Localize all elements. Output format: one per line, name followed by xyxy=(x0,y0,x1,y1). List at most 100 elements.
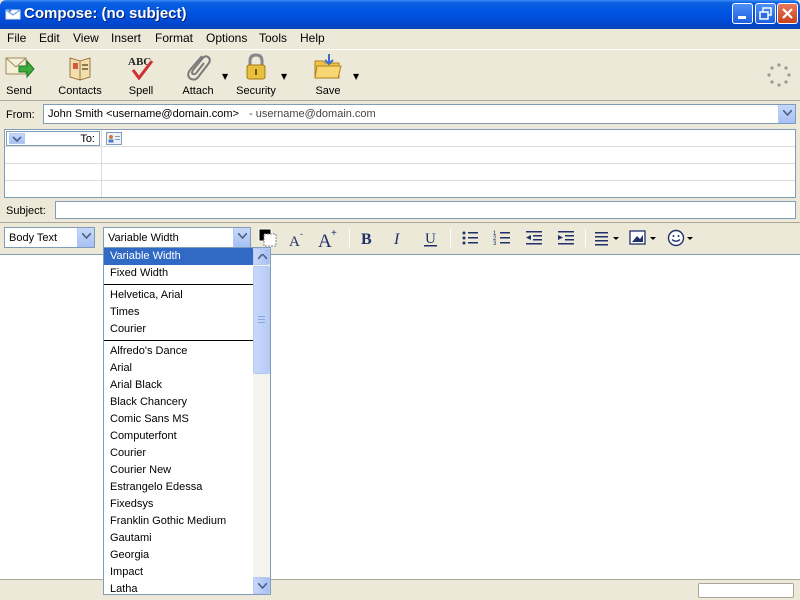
alignment-button[interactable] xyxy=(592,227,622,249)
font-option[interactable]: Comic Sans MS xyxy=(104,411,254,428)
font-option[interactable]: Courier xyxy=(104,445,254,462)
font-option[interactable]: Courier xyxy=(104,321,254,338)
font-option[interactable]: Helvetica, Arial xyxy=(104,287,254,304)
minimize-button[interactable] xyxy=(732,3,753,24)
activity-throbber-icon xyxy=(767,63,791,87)
recipient-row[interactable]: To: xyxy=(5,130,795,147)
font-option[interactable]: Gautami xyxy=(104,530,254,547)
svg-text:A: A xyxy=(318,231,332,249)
font-option[interactable]: Georgia xyxy=(104,547,254,564)
font-option[interactable]: Alfredo's Dance xyxy=(104,343,254,360)
svg-text:-: - xyxy=(300,229,303,239)
restore-button[interactable] xyxy=(755,3,776,24)
menu-view[interactable]: View xyxy=(73,31,99,45)
paperclip-icon xyxy=(187,55,211,81)
chevron-up-icon xyxy=(258,254,267,260)
font-dropdown-list: Variable Width Fixed Width Helvetica, Aria… xyxy=(103,247,271,595)
recipient-row-empty[interactable] xyxy=(5,181,795,198)
recipient-type-dropdown[interactable] xyxy=(9,133,25,144)
menu-bar: File Edit View Insert Format Options Too… xyxy=(0,29,800,49)
font-list-separator xyxy=(104,338,254,343)
scroll-thumb[interactable] xyxy=(253,266,270,374)
menu-edit[interactable]: Edit xyxy=(39,31,60,45)
numbered-list-button[interactable]: 1 2 3 xyxy=(491,227,513,249)
menu-insert[interactable]: Insert xyxy=(111,31,141,45)
font-dropdown[interactable] xyxy=(233,228,250,247)
close-button[interactable] xyxy=(777,3,798,24)
svg-text:+: + xyxy=(331,228,337,239)
bullet-list-icon xyxy=(462,231,478,245)
chevron-down-icon xyxy=(82,233,91,239)
save-dropdown-icon[interactable]: ▼ xyxy=(353,72,359,81)
font-list-scrollbar[interactable] xyxy=(253,248,270,594)
bold-button[interactable]: B xyxy=(356,227,378,249)
recipient-type-select[interactable]: To: xyxy=(6,131,100,146)
minimize-icon xyxy=(738,16,746,19)
font-option[interactable]: Computerfont xyxy=(104,428,254,445)
contacts-button[interactable]: Contacts xyxy=(56,52,104,98)
indent-button[interactable] xyxy=(555,227,577,249)
font-option[interactable]: Impact xyxy=(104,564,254,581)
menu-tools[interactable]: Tools xyxy=(259,31,287,45)
font-option[interactable]: Franklin Gothic Medium xyxy=(104,513,254,530)
from-identity-select[interactable]: John Smith <username@domain.com> - usern… xyxy=(43,104,796,124)
from-dropdown-button[interactable] xyxy=(778,105,795,123)
indent-icon xyxy=(558,231,574,245)
thunderbird-app-icon xyxy=(5,8,21,20)
scroll-up-button[interactable] xyxy=(253,248,270,265)
bold-icon: B xyxy=(361,231,372,248)
window-title: Compose: (no subject) xyxy=(24,5,187,22)
insert-image-icon xyxy=(629,230,656,245)
subject-input[interactable] xyxy=(55,201,796,219)
text-color-icon xyxy=(258,228,277,247)
recipient-row-empty[interactable] xyxy=(5,147,795,164)
font-option[interactable]: Arial xyxy=(104,360,254,377)
svg-text:B: B xyxy=(361,231,372,248)
svg-text:U: U xyxy=(425,231,436,247)
font-option[interactable]: Fixed Width xyxy=(104,265,254,282)
save-button[interactable]: Save xyxy=(310,52,346,98)
font-option[interactable]: Courier New xyxy=(104,462,254,479)
font-option[interactable]: Arial Black xyxy=(104,377,254,394)
paragraph-style-dropdown[interactable] xyxy=(77,228,94,247)
recipient-row-empty[interactable] xyxy=(5,164,795,181)
scroll-down-button[interactable] xyxy=(253,577,270,594)
outdent-button[interactable] xyxy=(523,227,545,249)
status-progress-meter xyxy=(698,583,794,598)
text-color-button[interactable] xyxy=(257,227,279,249)
font-option[interactable]: Black Chancery xyxy=(104,394,254,411)
attach-button[interactable]: Attach xyxy=(180,52,216,98)
font-larger-icon: A + xyxy=(318,228,337,249)
font-option[interactable]: Times xyxy=(104,304,254,321)
recipient-list: To: xyxy=(4,129,796,198)
menu-options[interactable]: Options xyxy=(206,31,247,45)
send-button[interactable]: Send xyxy=(2,52,36,98)
decrease-font-size-button[interactable]: A - xyxy=(287,227,309,249)
menu-file[interactable]: File xyxy=(7,31,26,45)
address-book-icon xyxy=(69,57,91,81)
spell-button[interactable]: ABC Spell xyxy=(124,52,158,98)
font-option[interactable]: Variable Width xyxy=(104,248,254,265)
attach-dropdown-icon[interactable]: ▼ xyxy=(222,72,228,81)
insert-object-button[interactable] xyxy=(628,227,660,249)
save-folder-icon xyxy=(314,54,342,79)
font-option[interactable]: Estrangelo Edessa xyxy=(104,479,254,496)
font-option[interactable]: Fixedsys xyxy=(104,496,254,513)
menu-format[interactable]: Format xyxy=(155,31,193,45)
font-options: Variable Width Fixed Width Helvetica, Aria… xyxy=(104,248,254,594)
security-button[interactable]: Security xyxy=(236,52,276,98)
align-icon xyxy=(595,232,619,246)
italic-button[interactable]: I xyxy=(388,227,410,249)
menu-help[interactable]: Help xyxy=(300,31,325,45)
font-select[interactable]: Variable Width xyxy=(103,227,251,248)
font-option[interactable]: Latha xyxy=(104,581,254,594)
bullet-list-button[interactable] xyxy=(459,227,481,249)
main-toolbar: Send Contacts ABC Spell Attach ▼ Securit… xyxy=(0,49,800,101)
underline-button[interactable]: U xyxy=(420,227,442,249)
chevron-down-icon xyxy=(258,583,267,589)
increase-font-size-button[interactable]: A + xyxy=(317,227,339,249)
insert-smiley-button[interactable] xyxy=(666,227,698,249)
paragraph-style-select[interactable]: Body Text xyxy=(4,227,95,248)
from-label: From: xyxy=(6,109,35,121)
security-dropdown-icon[interactable]: ▼ xyxy=(281,72,287,81)
